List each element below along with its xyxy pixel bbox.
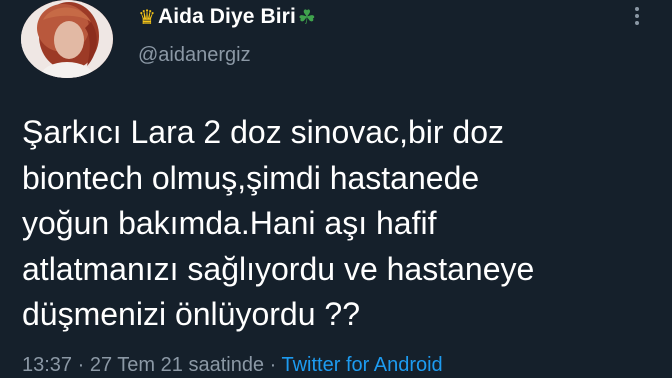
more-dot-icon [635,21,639,25]
tweet-text-line: düşmenizi önlüyordu ?? [22,296,360,332]
tweet-text-line: yoğun bakımda.Hani aşı hafif [22,205,437,241]
tweet-text-line: Şarkıcı Lara 2 doz sinovac,bir doz [22,114,505,150]
tweet-card: ♛ Aida Diye Biri ☘ @aidanergiz Şarkıcı L… [0,0,672,378]
tweet-text-line: biontech olmuş,şimdi hastanede [22,159,480,196]
meta-separator: · [269,354,277,376]
author-name-row[interactable]: ♛ Aida Diye Biri ☘ [138,3,316,31]
more-dot-icon [635,14,639,18]
tweet-time[interactable]: 13:37 [22,354,72,376]
more-dot-icon [635,7,639,11]
tweet-meta: 13:37 · 27 Tem 21 saatinde · Twitter for… [22,354,443,377]
tweet-text-line: atlatmanızı sağlıyordu ve hastaneye [22,250,535,287]
user-handle[interactable]: @aidanergiz [138,44,251,67]
crown-icon: ♛ [138,5,156,29]
more-options-button[interactable] [626,2,648,30]
meta-separator: · [77,354,85,376]
tweet-source-link[interactable]: Twitter for Android [282,354,443,376]
four-leaf-clover-icon: ☘ [297,5,316,29]
avatar[interactable] [21,0,113,78]
tweet-date[interactable]: 27 Tem 21 saatinde [90,354,264,376]
display-name[interactable]: Aida Diye Biri [158,5,296,29]
tweet-text: Şarkıcı Lara 2 doz sinovac,bir doz biont… [22,110,662,338]
avatar-photo [21,0,113,78]
